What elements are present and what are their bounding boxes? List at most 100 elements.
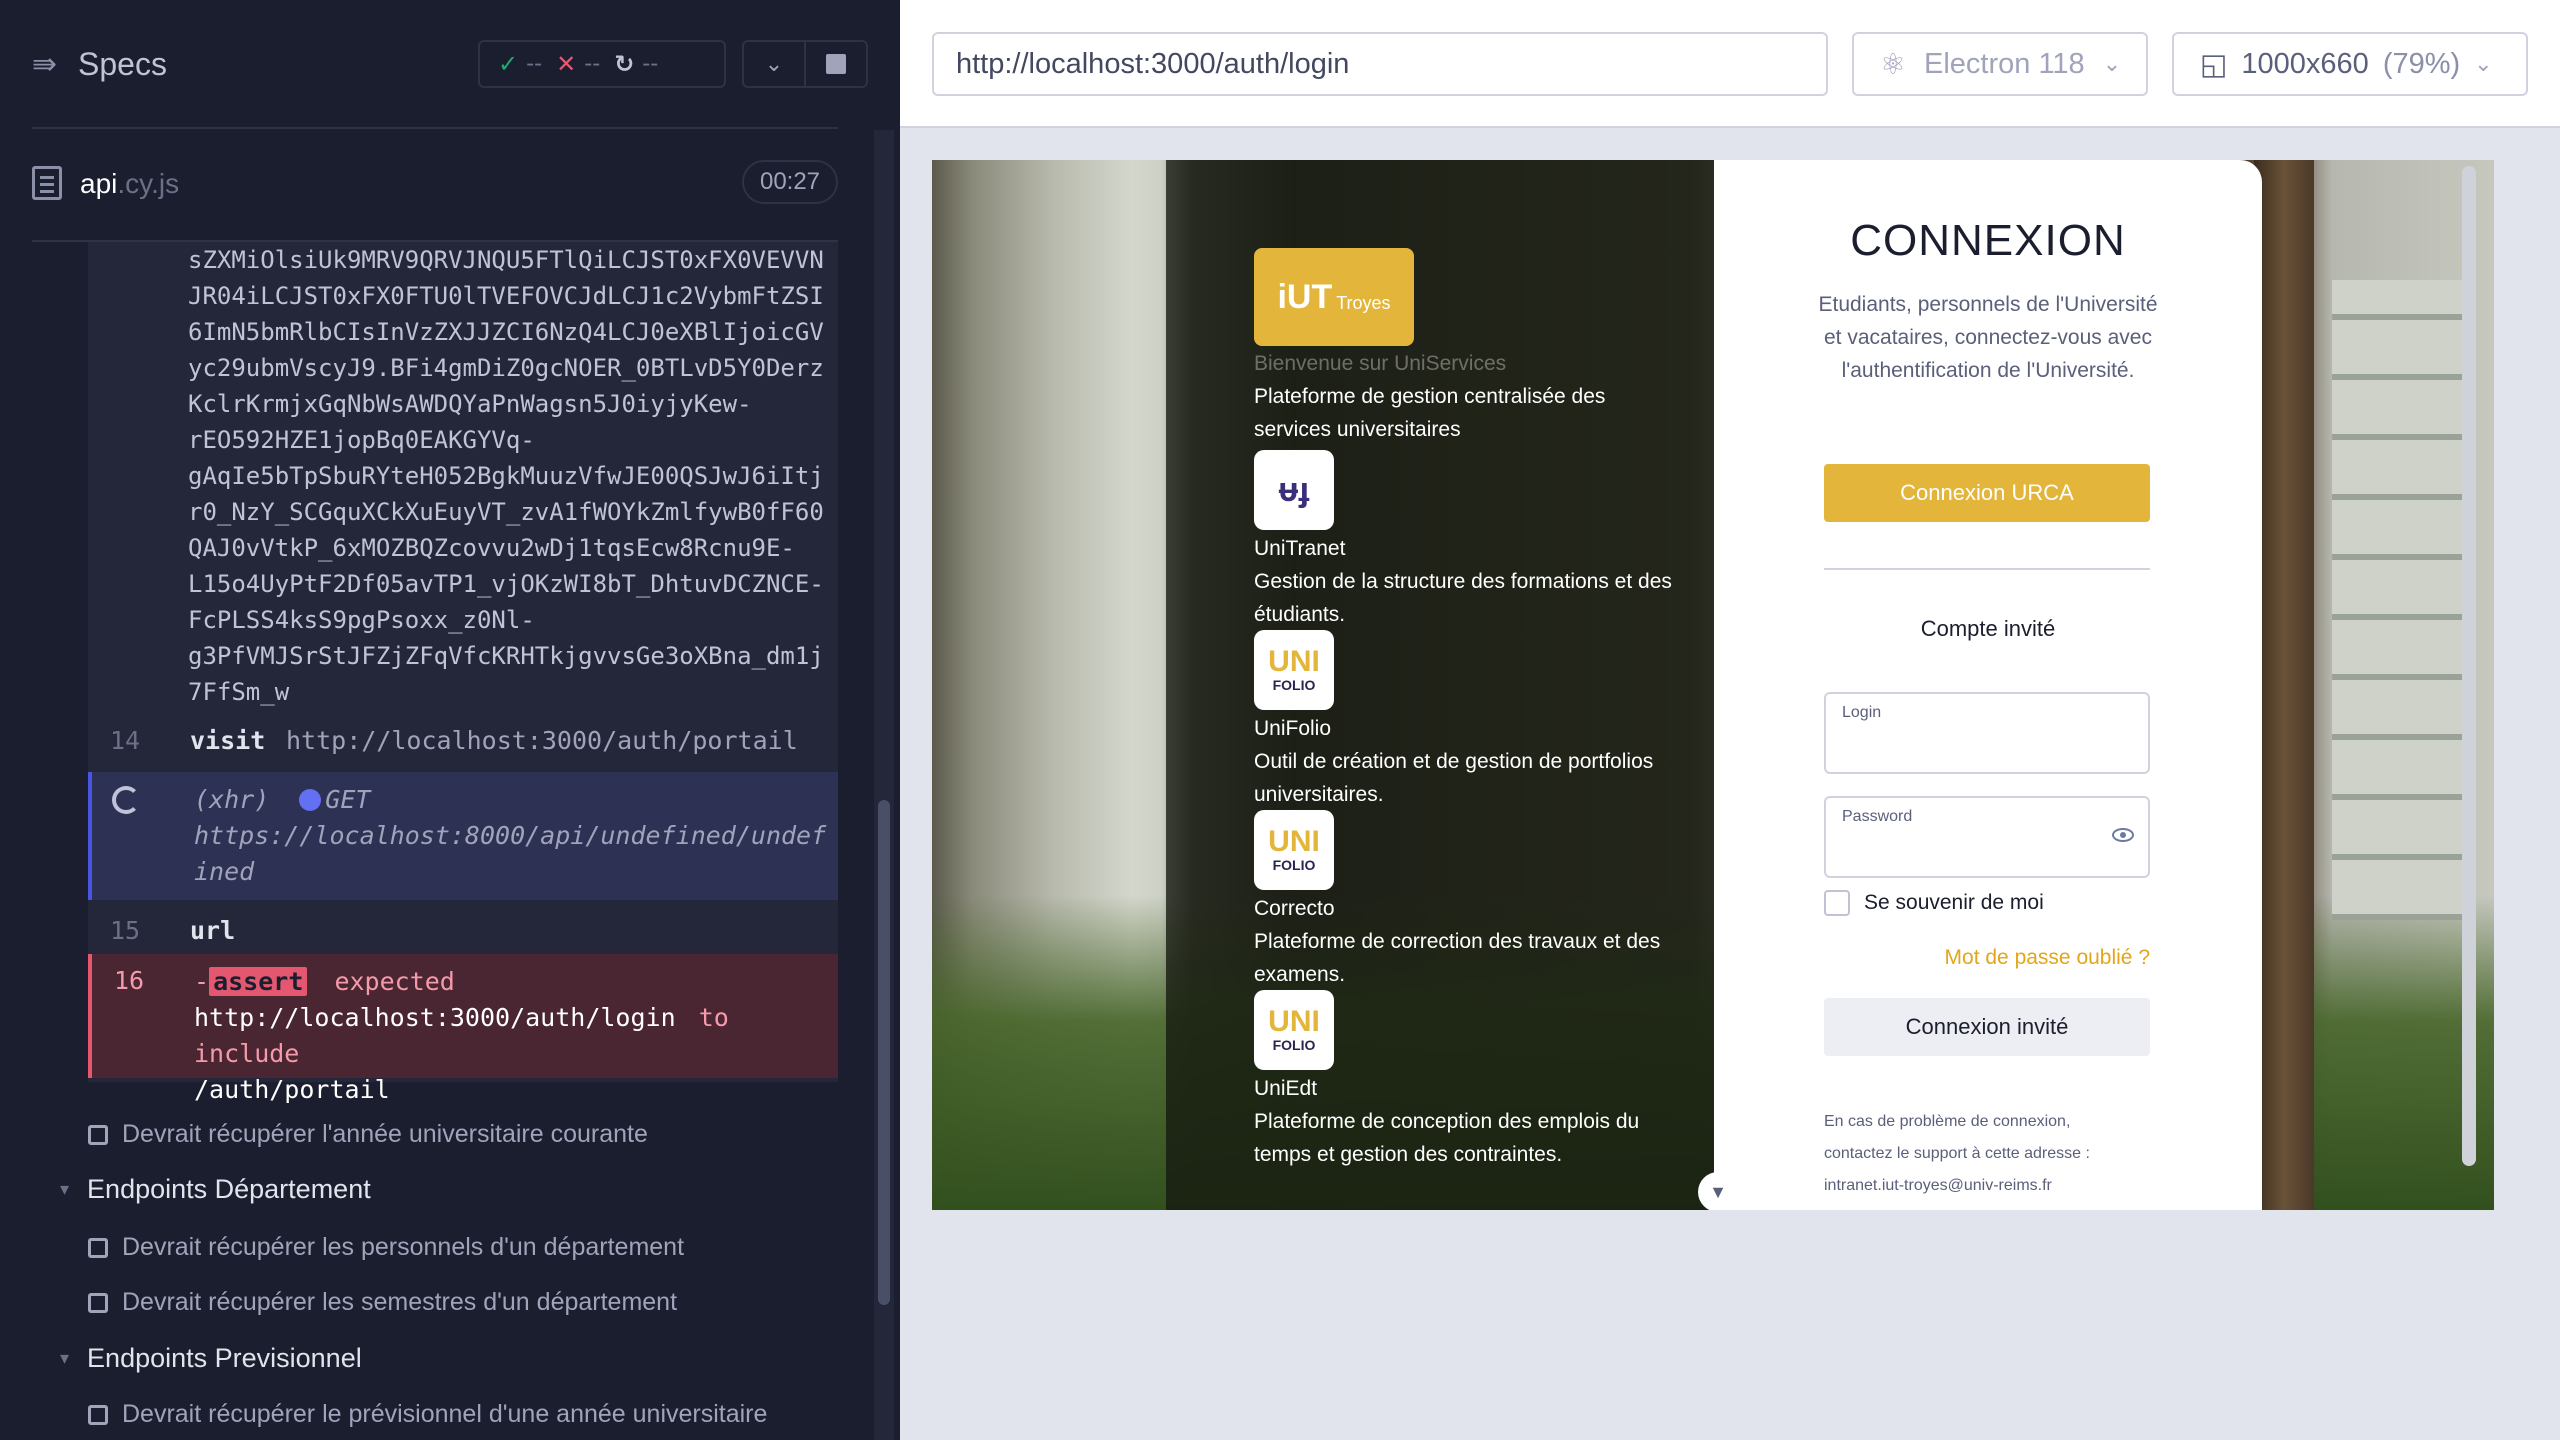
connexion-invite-button[interactable]: Connexion invité: [1824, 998, 2150, 1056]
ruler-icon: ◱: [2200, 48, 2228, 81]
token-line: FcPLSS4ksS9pgPsoxx_z0Nl-: [188, 606, 535, 634]
unifolio-logo: UNI FOLIO: [1254, 630, 1334, 710]
expand-toggle-button[interactable]: ⌄: [744, 42, 806, 86]
brand-tagline: Bienvenue sur UniServices: [1254, 352, 1507, 375]
support-email[interactable]: intranet.iut-troyes@univ-reims.fr: [1824, 1170, 2164, 1202]
spec-file-name: api.cy.js: [80, 168, 180, 199]
command-name: url: [190, 916, 236, 945]
unitranet-logo: ᵾɟ: [1254, 450, 1334, 530]
support-text: En cas de problème de connexion,: [1824, 1113, 2071, 1130]
reporter-panel: ⇛ Specs ✓ -- ✕ -- ↻ -- ⌄ api.cy.js 00:27 sZ…: [0, 0, 900, 1440]
command-url[interactable]: 15 url: [88, 910, 838, 954]
frame-scrollbar[interactable]: [2462, 166, 2476, 1166]
login-intro: Etudiants, personnels de l'Université et…: [1818, 293, 2158, 382]
suite-item[interactable]: ▾ Endpoints Previsionnel: [60, 1343, 362, 1374]
scroll-down-icon[interactable]: ▼: [1698, 1172, 1738, 1210]
test-title: Devrait récupérer le prévisionnel d'une …: [122, 1400, 768, 1428]
passed-stat: ✓ --: [498, 50, 543, 78]
test-item[interactable]: Devrait récupérer les personnels d'un dé…: [88, 1233, 684, 1262]
app-name: UniFolio: [1254, 717, 1332, 740]
reporter-header: ⇛ Specs ✓ -- ✕ -- ↻ -- ⌄: [0, 0, 900, 130]
command-message: http://localhost:3000/auth/portail: [286, 726, 798, 755]
token-output: sZXMiOlsiUk9MRV9QRVJNQU5FTlQiLCJST0xFX0V…: [188, 242, 828, 710]
token-line: 6ImN5bmRlbCIsInVzZXJJZCI6NzQ4LCJ0eXBlIjo…: [188, 318, 824, 346]
duration-badge: 00:27: [742, 160, 838, 204]
url-bar[interactable]: http://localhost:3000/auth/login: [932, 32, 1828, 96]
token-line: KclrKrmjxGqNbWsAWDQYaPnWagsn5J0iyjyKew-: [188, 390, 752, 418]
run-controls: ⌄: [742, 40, 868, 88]
test-item[interactable]: Devrait récupérer les semestres d'un dép…: [88, 1288, 677, 1317]
connexion-urca-button[interactable]: Connexion URCA: [1824, 464, 2150, 522]
token-line: rEO592HZE1jopBq0EAKGYVq-: [188, 426, 535, 454]
aut-header: http://localhost:3000/auth/login ⚛ Elect…: [900, 0, 2560, 128]
assert-prefix: -: [194, 967, 210, 996]
suite-item[interactable]: ▾ Endpoints Département: [60, 1174, 371, 1205]
uniedt-logo: UNI FOLIO: [1254, 990, 1334, 1070]
login-card: CONNEXION Etudiants, personnels de l'Uni…: [1714, 160, 2262, 1210]
token-line: JR04iLCJST0xFX0FTU0lTVEFOVCJdLCJ1c2VybmF…: [188, 282, 824, 310]
field-label: Password: [1842, 808, 1913, 825]
test-title: Devrait récupérer les semestres d'un dép…: [122, 1288, 678, 1316]
test-item[interactable]: Devrait récupérer l'année universitaire …: [88, 1120, 648, 1149]
support-text: contactez le support à cette adresse :: [1824, 1145, 2090, 1162]
command-number: 15: [110, 916, 141, 945]
viewport-scale: (79%): [2382, 47, 2461, 80]
token-line: 7FfSm_w: [188, 678, 290, 706]
tree-trunk: [2254, 160, 2314, 1210]
token-line: gAqIe5bTpSbuRYteH052BgkMuuzVfwJE00QSJwJ6…: [188, 462, 824, 490]
check-icon: ✓: [498, 50, 519, 78]
stop-button[interactable]: [806, 42, 866, 86]
remember-me[interactable]: Se souvenir de moi: [1824, 890, 2044, 916]
app-uniedt[interactable]: UNI FOLIO UniEdt Plateforme de conception…: [1254, 990, 1674, 1171]
test-stats: ✓ -- ✕ -- ↻ --: [478, 40, 726, 88]
app-unitranet[interactable]: ᵾɟ UniTranet Gestion de la structure des…: [1254, 450, 1674, 631]
app-name: UniTranet: [1254, 537, 1346, 560]
assert-value: /auth/portail: [194, 1075, 390, 1104]
checkbox-icon: [88, 1292, 108, 1313]
eye-icon[interactable]: [2112, 828, 2134, 842]
apps-panel: iUT Troyes Bienvenue sur UniServices Plat…: [1166, 160, 1714, 1210]
pending-dot-icon: [299, 789, 322, 811]
token-line: yc29ubmVscyJ9.BFi4gmDiZ0gcNOER_0BTLvD5Y0…: [188, 354, 824, 382]
checkbox-icon: [88, 1124, 108, 1145]
checkbox-icon: [88, 1404, 108, 1425]
chevron-down-icon: ▾: [60, 1348, 70, 1368]
command-log: sZXMiOlsiUk9MRV9QRVJNQU5FTlQiLCJST0xFX0V…: [88, 242, 838, 1104]
app-name: UniEdt: [1254, 1077, 1318, 1100]
assert-message: - assert expected http://localhost:3000/a…: [194, 964, 834, 1108]
checkbox[interactable]: [1824, 890, 1850, 916]
app-correcto[interactable]: UNI FOLIO Correcto Plateforme de correcti…: [1254, 810, 1674, 991]
login-title: CONNEXION: [1850, 216, 2126, 265]
assert-expected: expected: [334, 967, 455, 996]
guest-account-title: Compte invité: [1920, 616, 2056, 641]
specs-list-icon[interactable]: ⇛: [32, 50, 62, 80]
chevron-down-icon: ⌄: [2474, 51, 2493, 76]
command-assert-failed[interactable]: 16 - assert expected http://localhost:300…: [88, 954, 838, 1104]
login-field[interactable]: Login: [1824, 692, 2150, 774]
password-field[interactable]: Password: [1824, 796, 2150, 878]
viewport-selector[interactable]: ◱ 1000x660 (79%) ⌄: [2172, 32, 2528, 96]
assert-actual: http://localhost:3000/auth/login: [194, 1003, 676, 1032]
app-description: Plateforme de conception des emplois du …: [1254, 1110, 1640, 1166]
test-item[interactable]: Devrait récupérer le prévisionnel d'une …: [88, 1400, 767, 1429]
x-icon: ✕: [556, 50, 577, 78]
command-visit[interactable]: 14 visit http://localhost:3000/auth/port…: [88, 720, 838, 764]
spec-file-row[interactable]: api.cy.js 00:27: [0, 150, 880, 214]
viewport-size: 1000x660: [2241, 47, 2369, 80]
app-under-test-frame: iUT Troyes Bienvenue sur UniServices Plat…: [932, 160, 2494, 1210]
iut-troyes-logo: iUT Troyes: [1254, 248, 1414, 346]
stop-icon: [826, 54, 846, 74]
command-number: 14: [110, 726, 141, 755]
scrollbar-thumb[interactable]: [878, 800, 890, 1305]
app-unifolio[interactable]: UNI FOLIO UniFolio Outil de création et d…: [1254, 630, 1674, 811]
app-description: Plateforme de correction des travaux et …: [1254, 930, 1661, 986]
test-title: Devrait récupérer les personnels d'un dé…: [122, 1233, 685, 1261]
divider: [1824, 568, 2150, 570]
token-line: sZXMiOlsiUk9MRV9QRVJNQU5FTlQiLCJST0xFX0V…: [188, 246, 824, 274]
browser-selector[interactable]: ⚛ Electron 118 ⌄: [1852, 32, 2148, 96]
command-xhr[interactable]: (xhr) GET https://localhost:8000/api/unde…: [88, 772, 838, 900]
forgot-password-link[interactable]: Mot de passe oublié ?: [1945, 946, 2150, 970]
support-info: En cas de problème de connexion, contact…: [1824, 1106, 2164, 1202]
loading-spinner-icon: [112, 786, 140, 814]
correcto-logo: UNI FOLIO: [1254, 810, 1334, 890]
